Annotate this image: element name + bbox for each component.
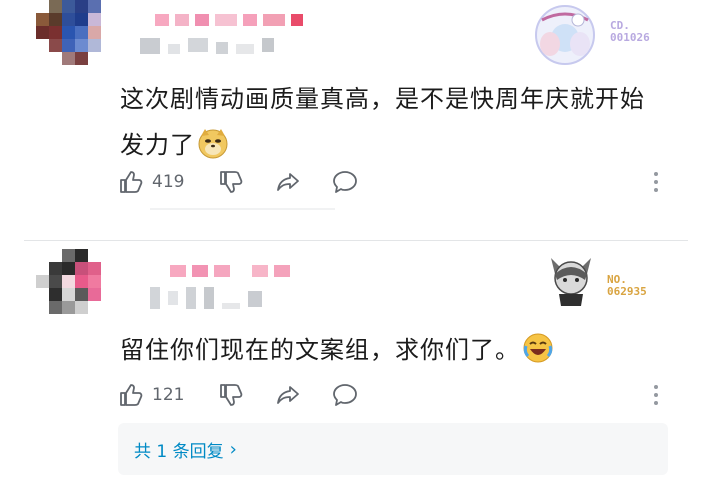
decoration-badge: NO. 062935 <box>545 250 695 312</box>
like-count: 419 <box>152 172 185 192</box>
comment-actions: 121 <box>118 381 372 409</box>
thumbs-down-icon <box>220 171 243 193</box>
thumbs-up-icon <box>120 384 143 406</box>
comment-divider <box>24 240 688 241</box>
dislike-button[interactable] <box>218 168 275 196</box>
reply-button[interactable] <box>332 381 372 409</box>
like-count: 121 <box>152 385 185 405</box>
badge-number: 001026 <box>610 31 650 44</box>
dislike-button[interactable] <box>218 381 275 409</box>
comment-actions: 419 <box>118 168 372 196</box>
view-replies-button[interactable]: 共 1 条回复 › <box>118 423 668 475</box>
reply-bubble-icon <box>333 384 357 406</box>
more-options-button[interactable] <box>650 381 662 409</box>
decoration-badge: CD. 001026 <box>530 4 680 66</box>
doge-emoji <box>198 129 228 159</box>
username[interactable] <box>155 14 303 26</box>
comment-meta <box>150 287 262 309</box>
username[interactable] <box>170 265 290 277</box>
comment-item: NO. 062935 留住你们现在的文案组，求你们了。 121 共 1 条回复 … <box>0 243 710 495</box>
share-icon <box>277 386 299 404</box>
comment-meta <box>140 38 274 54</box>
chevron-right-icon: › <box>229 438 237 460</box>
badge-character-icon <box>535 5 595 65</box>
thumbs-down-icon <box>220 384 243 406</box>
reply-summary: 共 1 条回复 <box>134 441 224 462</box>
comment-text-content: 留住你们现在的文案组，求你们了。 <box>120 336 520 364</box>
avatar[interactable] <box>36 0 114 78</box>
share-button[interactable] <box>275 381 332 409</box>
share-icon <box>277 173 299 191</box>
reply-button[interactable] <box>332 168 372 196</box>
like-button[interactable]: 121 <box>118 381 218 409</box>
reply-bubble-icon <box>333 171 357 193</box>
badge-number: 062935 <box>607 285 647 298</box>
like-button[interactable]: 419 <box>118 168 218 196</box>
thumbs-up-icon <box>120 171 143 193</box>
crying-laugh-emoji <box>523 333 553 363</box>
share-button[interactable] <box>275 168 332 196</box>
more-options-button[interactable] <box>650 168 662 196</box>
badge-character-icon <box>551 258 591 306</box>
comment-text: 这次剧情动画质量真高，是不是快周年庆就开始发力了 <box>120 76 660 168</box>
comment-item: CD. 001026 这次剧情动画质量真高，是不是快周年庆就开始发力了 419 <box>0 0 710 212</box>
avatar[interactable] <box>36 249 114 327</box>
comment-text: 留住你们现在的文案组，求你们了。 <box>120 327 660 373</box>
